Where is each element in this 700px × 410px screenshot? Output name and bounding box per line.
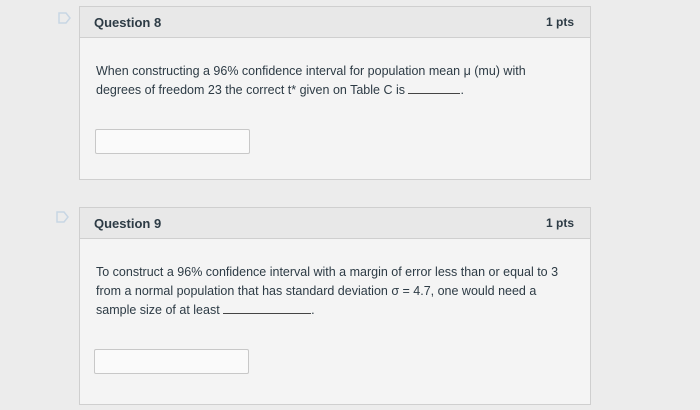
- question-title: Question 9: [94, 215, 162, 231]
- question-8-header: Question 8 1 pts: [80, 7, 590, 38]
- question-8-text: When constructing a 96% confidence inter…: [80, 38, 590, 100]
- question-points: 1 pts: [545, 216, 574, 230]
- question-title: Question 8: [94, 14, 162, 30]
- answer-input[interactable]: [95, 129, 250, 154]
- question-9-header: Question 9 1 pts: [80, 208, 590, 239]
- question-prompt-end: .: [311, 303, 315, 317]
- question-9-text: To construct a 96% confidence interval w…: [80, 239, 590, 320]
- question-9-card: Question 9 1 pts To construct a 96% conf…: [79, 207, 591, 405]
- question-8-card: Question 8 1 pts When constructing a 96%…: [79, 6, 591, 180]
- flag-question-icon[interactable]: [58, 12, 72, 24]
- question-prompt: To construct a 96% confidence interval w…: [96, 265, 559, 317]
- question-prompt-end: .: [460, 83, 464, 97]
- question-points: 1 pts: [545, 15, 574, 29]
- answer-blank: [223, 301, 312, 314]
- flag-question-icon[interactable]: [56, 211, 70, 223]
- answer-blank: [408, 81, 461, 94]
- answer-input[interactable]: [94, 349, 249, 374]
